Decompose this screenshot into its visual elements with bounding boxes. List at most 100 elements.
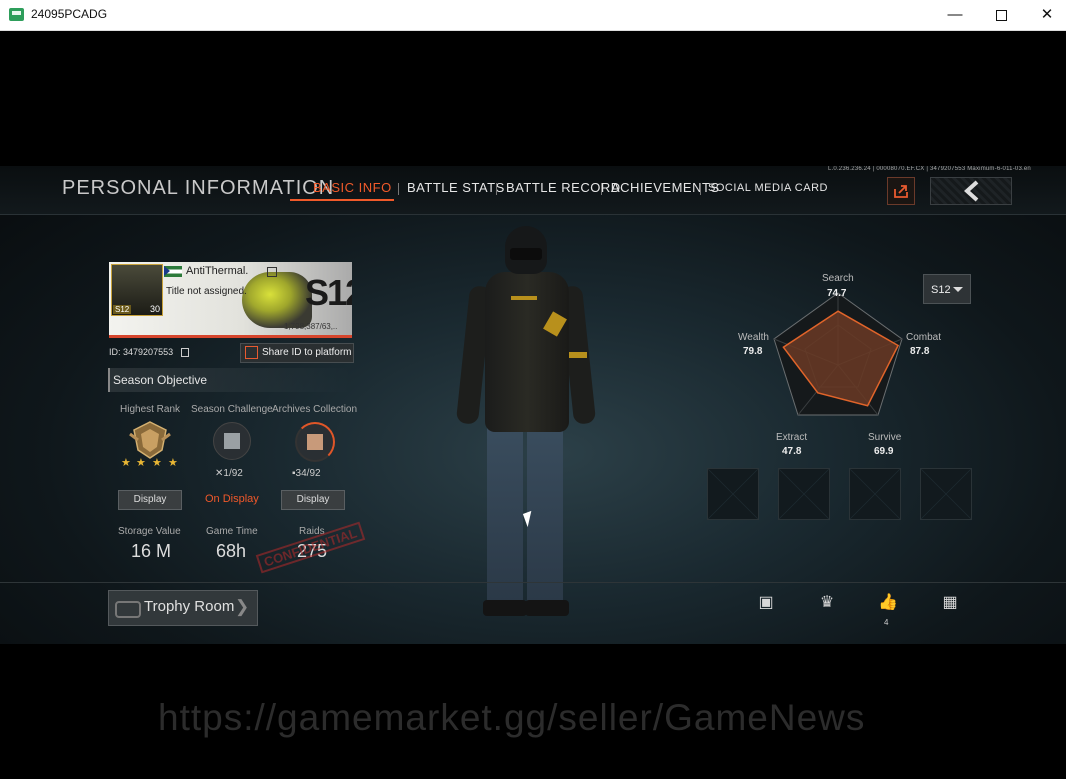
- grid-icon[interactable]: ▦: [939, 592, 961, 612]
- app-icon: [9, 8, 24, 21]
- badge-icon[interactable]: ▣: [755, 592, 777, 612]
- challenge-on-display[interactable]: On Display: [205, 493, 259, 505]
- active-tab-indicator: [290, 199, 394, 201]
- bottom-divider: [0, 582, 1066, 583]
- radar-label-wealth: Wealth: [738, 332, 769, 343]
- archives-display-button[interactable]: Display: [281, 490, 345, 510]
- tab-separator: [496, 183, 497, 195]
- radar-label-search: Search: [822, 273, 854, 284]
- radar-label-survive: Survive: [868, 432, 902, 443]
- card-coins: 1,798,387/63,..: [284, 322, 338, 331]
- radar-label-extract: Extract: [776, 432, 808, 443]
- character-boot: [525, 600, 569, 616]
- top-navigation: L.0.236.236.24 | 00008070.EF.CX | 347920…: [0, 166, 1066, 215]
- challenge-count: ✕1/92: [215, 468, 243, 479]
- attribute-radar-chart: [773, 292, 903, 416]
- share-button[interactable]: [887, 177, 915, 205]
- radar-value-extract: 47.8: [782, 446, 802, 457]
- likes-count: 4: [884, 618, 889, 627]
- rank-emblem-icon: [129, 421, 171, 459]
- storage-value-label: Storage Value: [118, 526, 181, 537]
- game-time-value: 68h: [216, 541, 247, 561]
- watermark-url: https://gamemarket.gg/seller/GameNews: [158, 697, 866, 738]
- game-time-label: Game Time: [206, 526, 258, 537]
- share-icon: [894, 185, 908, 198]
- character-model[interactable]: [455, 224, 597, 616]
- tab-basic-info[interactable]: BASIC INFO: [313, 180, 392, 195]
- radar-value-combat: 87.8: [910, 346, 930, 357]
- back-button[interactable]: [930, 177, 1012, 205]
- tab-separator: [398, 183, 399, 195]
- chevron-down-icon: [953, 287, 963, 292]
- back-arrow-icon: [964, 180, 979, 202]
- archive-emblem-icon: [307, 434, 323, 450]
- avatar[interactable]: S12 30: [111, 264, 163, 316]
- radar-value-survive: 69.9: [874, 446, 894, 457]
- rank-crest-icon[interactable]: ♛: [816, 592, 838, 612]
- radar-label-combat: Combat: [906, 332, 942, 343]
- player-card: S12 30 AntiThermal. Title not assigned. …: [109, 262, 352, 338]
- rank-star-icon: ★: [121, 457, 131, 469]
- avatar-level: 30: [149, 304, 160, 314]
- highest-rank-label: Highest Rank: [120, 404, 181, 415]
- equipment-slot[interactable]: [707, 468, 759, 520]
- radar-value-wealth: 79.8: [743, 346, 763, 357]
- tab-battle-stats[interactable]: BATTLE STATS: [407, 180, 505, 195]
- trophy-room-label: Trophy Room: [144, 598, 235, 615]
- season-badge: S12: [305, 272, 352, 313]
- crossed-guns-icon: [224, 433, 240, 449]
- build-id-text: L.0.236.236.24 | 00008070.EF.CX | 347920…: [828, 166, 1031, 172]
- equipment-slot[interactable]: [920, 468, 972, 520]
- game-viewport: L.0.236.236.24 | 00008070.EF.CX | 347920…: [0, 166, 1066, 644]
- rank-star-icon: ★: [136, 457, 146, 469]
- equipment-slot[interactable]: [778, 468, 830, 520]
- character-visor: [510, 248, 542, 260]
- jacket-stripe: [511, 296, 537, 300]
- archives-count: ▪34/92: [292, 468, 321, 479]
- window-titlebar: 24095PCADG — ✕: [0, 0, 1066, 31]
- challenge-count-value: 1/92: [223, 468, 243, 479]
- character-boot: [483, 600, 527, 616]
- card-accent-bar: [109, 335, 352, 338]
- radar-value-search: 74.7: [827, 288, 847, 299]
- page-title: PERSONAL INFORMATION: [62, 177, 335, 199]
- player-name: AntiThermal.: [186, 265, 249, 277]
- country-flag-icon: [164, 266, 182, 277]
- season-select[interactable]: S12: [923, 274, 971, 304]
- share-id-label: Share ID to platform: [262, 347, 352, 358]
- season-challenge-badge: [213, 422, 251, 460]
- equipment-slot[interactable]: [849, 468, 901, 520]
- chevron-right-icon: ❯: [235, 597, 250, 616]
- trophy-room-button[interactable]: Trophy Room ❯: [108, 590, 258, 626]
- close-button[interactable]: ✕: [1024, 0, 1066, 30]
- archives-count-value: 34/92: [295, 468, 321, 479]
- jacket-stripe: [569, 352, 587, 358]
- minimize-button[interactable]: —: [932, 0, 978, 30]
- rank-display-button[interactable]: Display: [118, 490, 182, 510]
- tab-achievements[interactable]: ACHIEVEMENTS: [611, 180, 720, 195]
- tab-separator: [700, 183, 701, 195]
- storage-value: 16 M: [131, 541, 172, 561]
- id-label: ID:: [109, 347, 121, 357]
- thumbs-up-icon[interactable]: 👍: [877, 592, 899, 612]
- rank-star-icon: ★: [168, 457, 178, 469]
- copy-icon[interactable]: [267, 267, 277, 277]
- season-objective-title: Season Objective: [108, 368, 353, 392]
- copy-id-icon[interactable]: [181, 348, 189, 357]
- season-challenge-label: Season Challenge: [191, 404, 273, 415]
- window-title: 24095PCADG: [31, 7, 108, 21]
- tab-battle-record[interactable]: BATTLE RECORD: [506, 180, 621, 195]
- avatar-season-tag: S12: [113, 305, 132, 314]
- tab-separator: [601, 183, 602, 195]
- season-select-value: S12: [931, 284, 951, 296]
- share-id-button[interactable]: Share ID to platform: [240, 343, 354, 363]
- maximize-button[interactable]: [978, 0, 1024, 30]
- archives-collection-label: Archives Collection: [272, 404, 358, 415]
- helmet-art: [242, 272, 312, 328]
- share-icon: [245, 345, 258, 359]
- player-id: ID: 3479207553: [109, 347, 173, 357]
- player-title: Title not assigned.: [166, 286, 247, 297]
- tab-social-media-card[interactable]: SOCIAL MEDIA CARD: [708, 182, 828, 194]
- rank-star-icon: ★: [152, 457, 162, 469]
- trophy-room-icon: [115, 601, 141, 618]
